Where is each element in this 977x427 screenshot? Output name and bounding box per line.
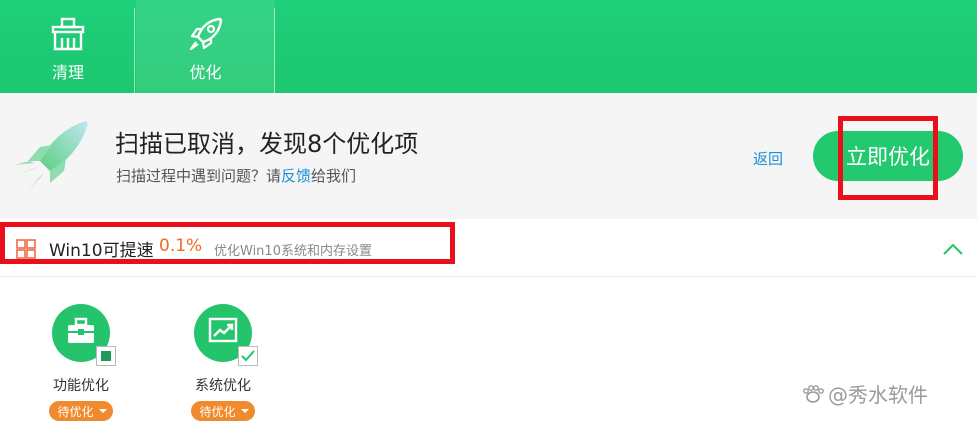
rocket-icon (186, 14, 226, 54)
caret-down-icon (98, 409, 107, 413)
status-dropdown[interactable]: 待优化 (49, 401, 113, 421)
feature-optimize-item[interactable]: 功能优化 待优化 (41, 304, 121, 421)
item-label: 系统优化 (195, 378, 251, 394)
scan-status-panel: 扫描已取消，发现8个优化项 扫描过程中遇到问题？请反馈给我们 返回 立即优化 (0, 93, 977, 219)
feedback-link[interactable]: 反馈 (281, 167, 311, 185)
top-toolbar: 清理 优化 (0, 0, 977, 93)
rocket-illustration-icon (10, 117, 94, 197)
hint-prefix: 扫描过程中遇到问题？请 (116, 167, 282, 185)
partial-checkbox[interactable] (96, 346, 116, 366)
system-optimize-item[interactable]: 系统优化 待优化 (183, 304, 263, 421)
tab-clean-label: 清理 (51, 63, 84, 82)
watermark-text: @秀水软件 (828, 383, 928, 407)
item-icon-circle (52, 304, 116, 366)
item-icon-circle (194, 304, 258, 366)
highlight-box-section (0, 222, 455, 264)
checkmark-icon (241, 350, 255, 362)
toolbox-icon (66, 317, 96, 349)
caret-down-icon (240, 409, 249, 413)
back-link[interactable]: 返回 (753, 148, 783, 169)
tab-clean[interactable]: 清理 (0, 0, 136, 93)
checkbox-partial-mark (101, 351, 111, 361)
highlight-box-optimize-button (838, 116, 938, 200)
tab-optimize[interactable]: 优化 (136, 0, 275, 93)
item-label: 功能优化 (53, 378, 109, 394)
status-dropdown-label: 待优化 (57, 404, 94, 419)
status-dropdown-label: 待优化 (199, 404, 236, 419)
hint-suffix: 给我们 (311, 167, 357, 185)
broom-icon (48, 14, 88, 54)
chart-icon (208, 317, 238, 349)
watermark: @秀水软件 (802, 379, 928, 408)
paw-icon (803, 384, 824, 403)
status-dropdown[interactable]: 待优化 (191, 401, 255, 421)
scan-result-title: 扫描已取消，发现8个优化项 (115, 130, 419, 158)
scan-issue-hint: 扫描过程中遇到问题？请反馈给我们 (116, 165, 356, 186)
tab-divider (274, 8, 275, 93)
tab-divider (134, 8, 135, 93)
checked-checkbox[interactable] (238, 346, 258, 366)
chevron-up-icon[interactable] (942, 241, 964, 255)
tab-optimize-label: 优化 (189, 63, 222, 82)
